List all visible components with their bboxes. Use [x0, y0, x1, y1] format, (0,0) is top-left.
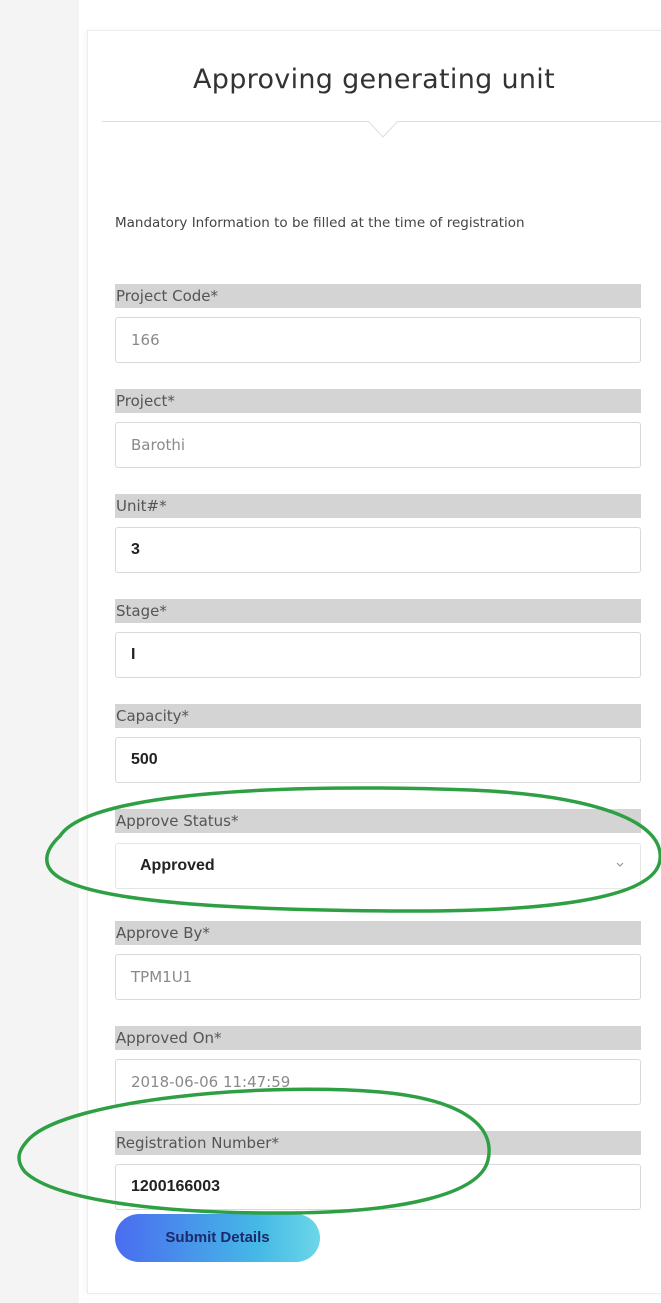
approved-on-label: Approved On* — [115, 1026, 641, 1050]
intro-text: Mandatory Information to be filled at th… — [115, 215, 525, 231]
page-title: Approving generating unit — [193, 64, 555, 95]
unit-label: Unit#* — [115, 494, 641, 518]
capacity-label: Capacity* — [115, 704, 641, 728]
stage-field[interactable]: I — [115, 632, 641, 678]
registration-number-field[interactable]: 1200166003 — [115, 1164, 641, 1210]
submit-details-button[interactable]: Submit Details — [115, 1214, 320, 1262]
registration-number-label: Registration Number* — [115, 1131, 641, 1155]
approve-by-field[interactable]: TPM1U1 — [115, 954, 641, 1000]
approve-status-select[interactable]: Approved — [115, 843, 641, 889]
approved-on-field[interactable]: 2018-06-06 11:47:59 — [115, 1059, 641, 1105]
chevron-down-icon — [616, 862, 624, 867]
capacity-field[interactable]: 500 — [115, 737, 641, 783]
approve-status-label: Approve Status* — [115, 809, 641, 833]
unit-field[interactable]: 3 — [115, 527, 641, 573]
stage-label: Stage* — [115, 599, 641, 623]
left-sidebar-strip — [0, 0, 79, 1303]
project-code-label: Project Code* — [115, 284, 641, 308]
approve-status-value: Approved — [140, 857, 215, 874]
project-field[interactable]: Barothi — [115, 422, 641, 468]
project-code-field[interactable]: 166 — [115, 317, 641, 363]
title-divider-notch — [368, 121, 398, 138]
approve-by-label: Approve By* — [115, 921, 641, 945]
project-label: Project* — [115, 389, 641, 413]
